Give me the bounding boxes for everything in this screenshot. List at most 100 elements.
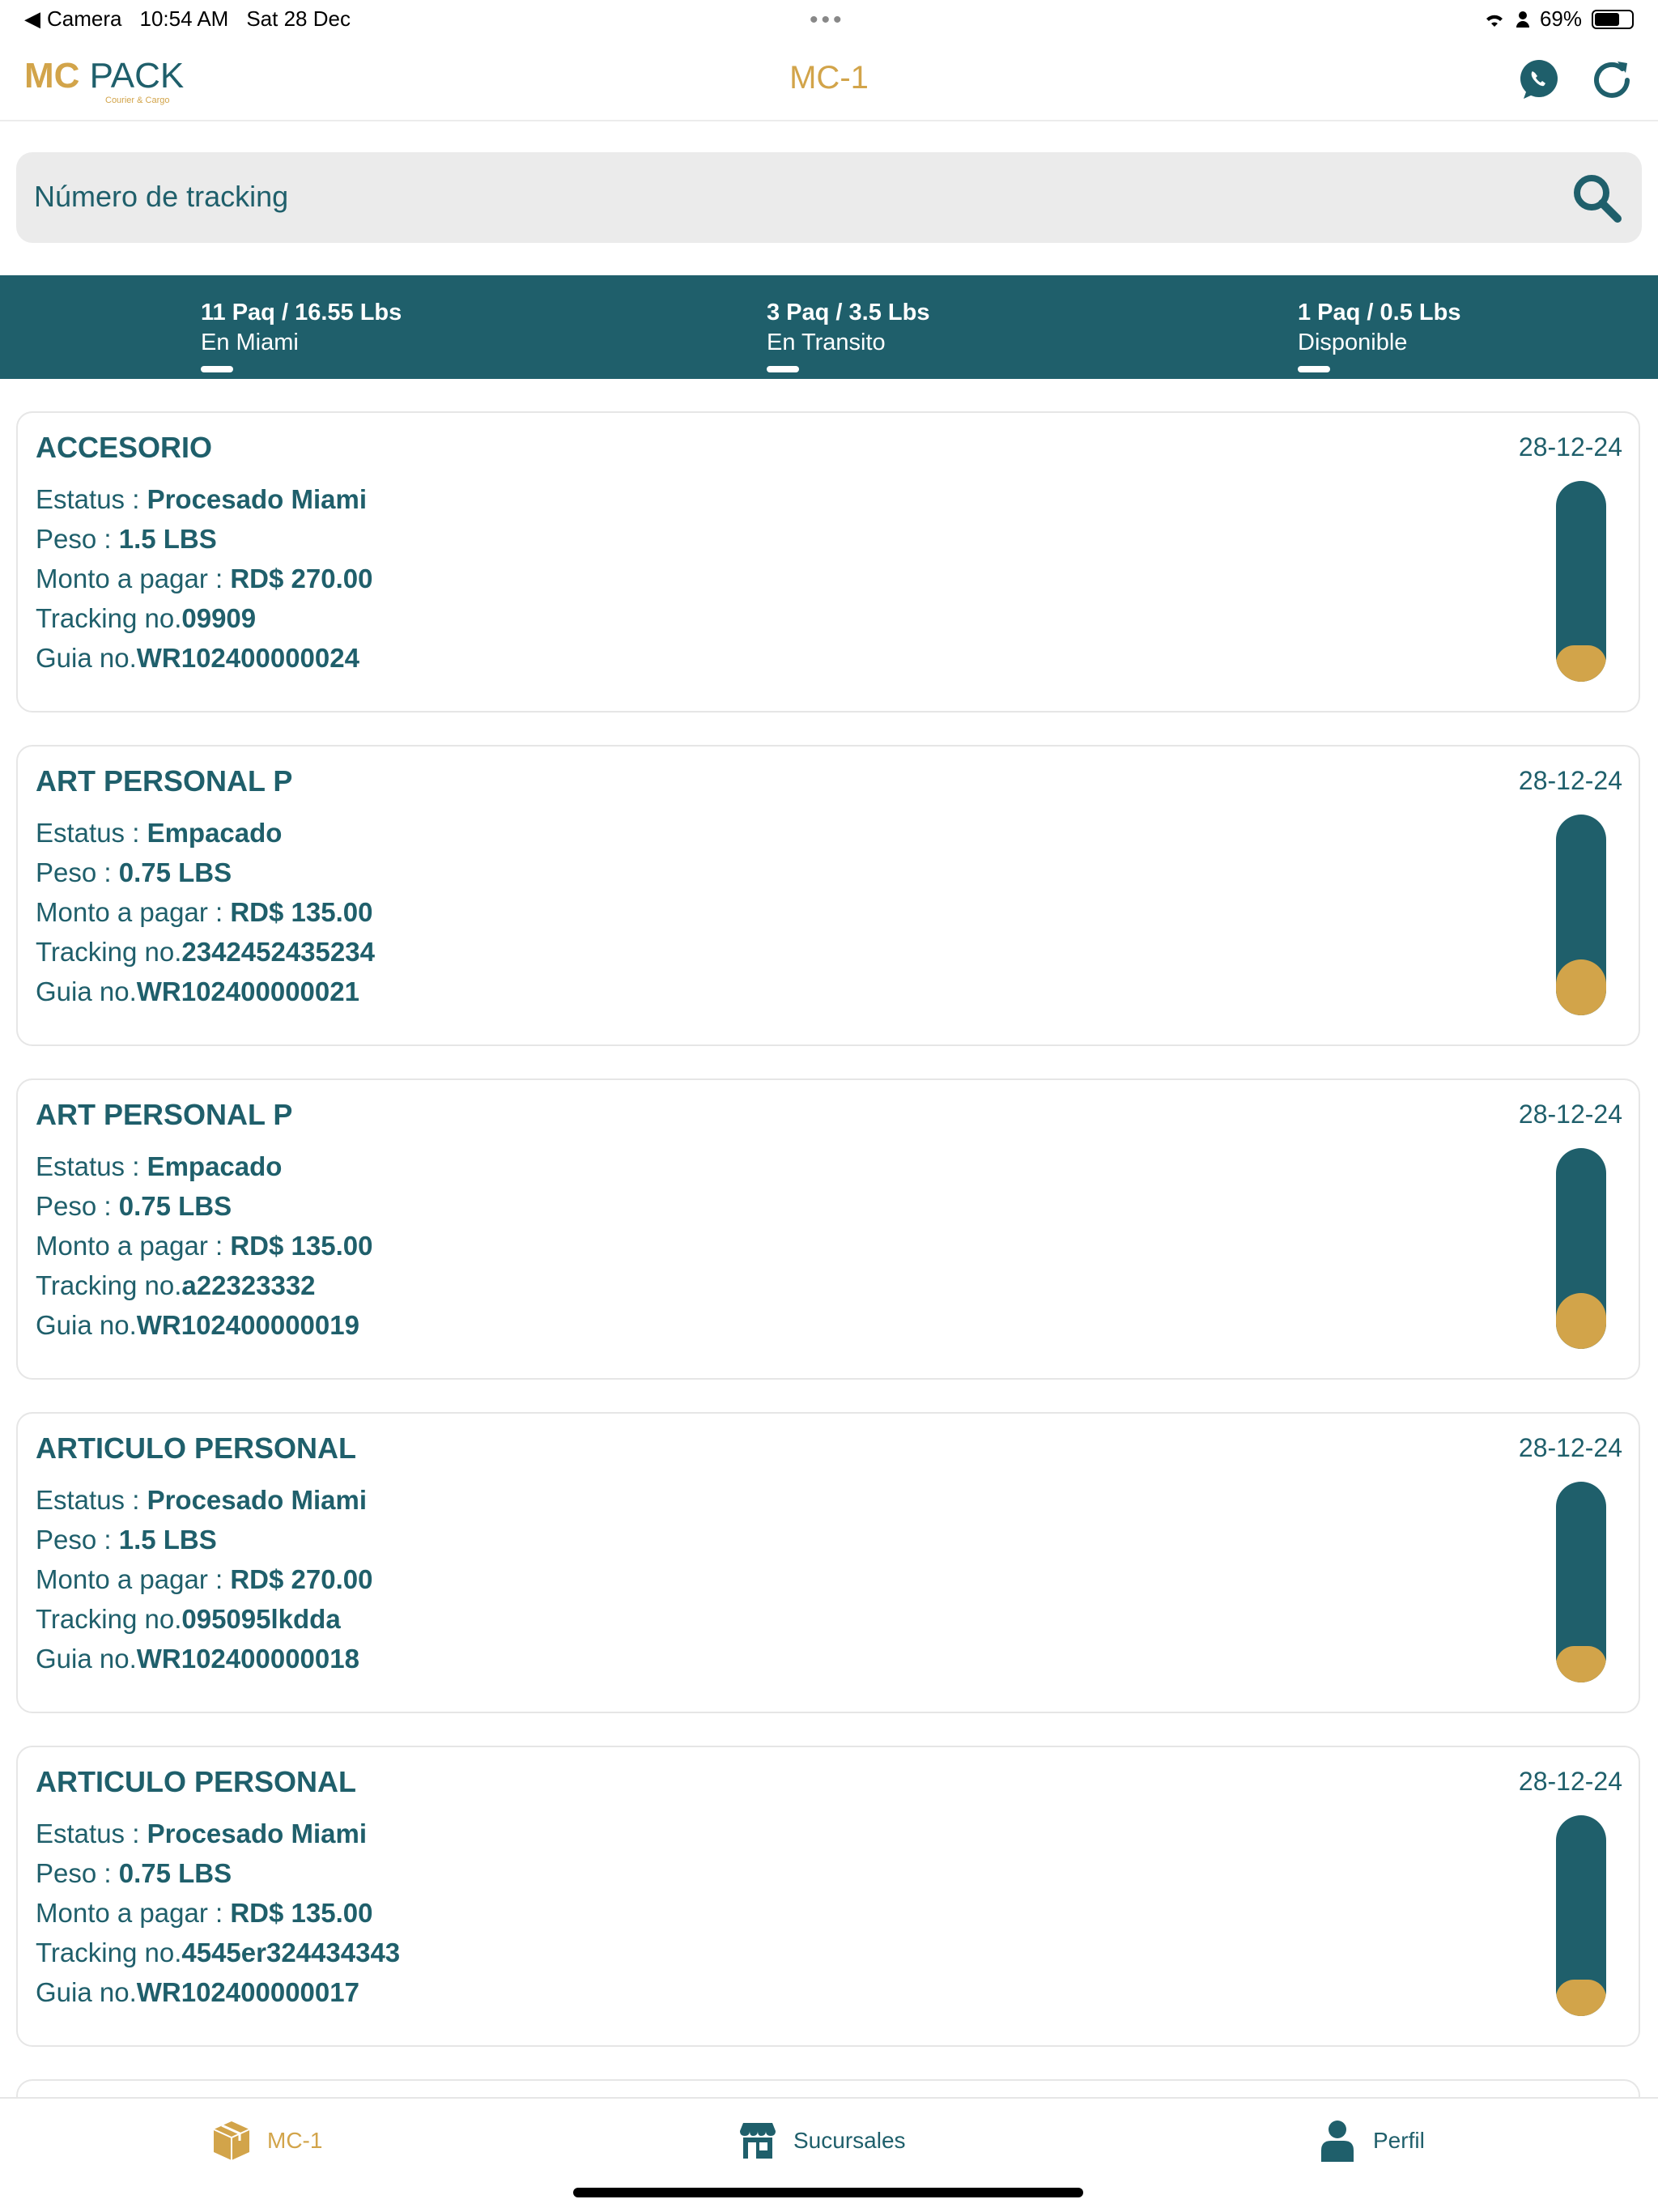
back-to-camera[interactable]: ◀ Camera xyxy=(24,6,121,32)
amount-value: RD$ 135.00 xyxy=(230,1898,373,1928)
summary-label: En Miami xyxy=(201,330,299,355)
package-date: 28-12-24 xyxy=(1518,1433,1622,1462)
nav-label: Perfil xyxy=(1373,2128,1425,2153)
tracking-value: 09909 xyxy=(181,603,257,633)
package-card[interactable]: ACCESORIO 28-12-24 Estatus : Procesado M… xyxy=(16,411,1640,713)
weight-line: Peso : 0.75 LBS xyxy=(36,857,232,887)
package-icon xyxy=(209,2118,254,2163)
weight-line: Peso : 0.75 LBS xyxy=(36,1191,232,1221)
guia-line: Guia no.WR102400000019 xyxy=(36,1310,359,1340)
status-value: Procesado Miami xyxy=(147,1819,367,1848)
summary-label: En Transito xyxy=(767,330,886,355)
amount-value: RD$ 135.00 xyxy=(230,897,373,927)
tracking-value: 2342452435234 xyxy=(181,937,375,967)
user-icon xyxy=(1315,2118,1360,2163)
summary-count: 1 Paq / 0.5 Lbs xyxy=(1298,300,1461,325)
battery-icon xyxy=(1592,9,1634,29)
package-card[interactable]: ARTICULO PERSONAL 28-12-24 Estatus : Pro… xyxy=(16,1412,1640,1713)
search-icon[interactable] xyxy=(1569,170,1624,225)
summary-count: 11 Paq / 16.55 Lbs xyxy=(201,300,402,325)
package-date: 28-12-24 xyxy=(1518,1100,1622,1129)
back-arrow-icon: ◀ xyxy=(24,6,40,31)
package-list: ACCESORIO 28-12-24 Estatus : Procesado M… xyxy=(16,411,1642,2144)
summary-tab-en-transito[interactable]: 3 Paq / 3.5 Lbs En Transito xyxy=(767,300,929,372)
tab-indicator xyxy=(201,366,233,372)
nav-tab-perfil[interactable]: Perfil xyxy=(1315,2118,1425,2163)
status-bar: ◀ Camera 10:54 AM Sat 28 Dec ••• 69% xyxy=(0,0,1658,39)
weight-value: 0.75 LBS xyxy=(118,1858,232,1888)
amount-line: Monto a pagar : RD$ 270.00 xyxy=(36,1564,373,1594)
package-name: ART PERSONAL P xyxy=(36,1098,293,1131)
package-progress-bar xyxy=(1556,1482,1606,1682)
weight-value: 0.75 LBS xyxy=(118,1191,232,1221)
tracking-line: Tracking no.2342452435234 xyxy=(36,937,375,967)
weight-line: Peso : 1.5 LBS xyxy=(36,1525,217,1555)
tracking-value: 4545er324434343 xyxy=(181,1938,401,1967)
summary-label: Disponible xyxy=(1298,330,1408,355)
status-line: Estatus : Procesado Miami xyxy=(36,1485,367,1515)
package-date: 28-12-24 xyxy=(1518,432,1622,462)
nav-label: Sucursales xyxy=(793,2128,906,2153)
status-value: Empacado xyxy=(147,1151,283,1181)
guia-line: Guia no.WR102400000021 xyxy=(36,976,359,1006)
page-title: MC-1 xyxy=(789,60,869,96)
weight-line: Peso : 1.5 LBS xyxy=(36,524,217,554)
amount-line: Monto a pagar : RD$ 135.00 xyxy=(36,1231,373,1261)
tracking-value: a22323332 xyxy=(181,1270,316,1300)
status-value: Procesado Miami xyxy=(147,484,367,514)
multitasking-dots-icon[interactable]: ••• xyxy=(810,6,845,34)
tab-indicator xyxy=(767,366,799,372)
nav-tab-sucursales[interactable]: Sucursales xyxy=(735,2118,906,2163)
package-card[interactable]: ART PERSONAL P 28-12-24 Estatus : Empaca… xyxy=(16,1078,1640,1380)
person-icon xyxy=(1516,11,1529,28)
package-name: ARTICULO PERSONAL xyxy=(36,1765,356,1798)
package-name: ART PERSONAL P xyxy=(36,764,293,798)
tracking-line: Tracking no.4545er324434343 xyxy=(36,1938,401,1967)
tracking-value: 095095lkdda xyxy=(181,1604,341,1634)
amount-value: RD$ 135.00 xyxy=(230,1231,373,1261)
nav-tab-mc1[interactable]: MC-1 xyxy=(209,2118,322,2163)
package-date: 28-12-24 xyxy=(1518,1767,1622,1796)
progress-fill xyxy=(1556,1980,1606,2016)
home-indicator[interactable] xyxy=(573,2188,1083,2197)
tracking-line: Tracking no.095095lkdda xyxy=(36,1604,341,1634)
package-progress-bar xyxy=(1556,481,1606,682)
status-line: Estatus : Empacado xyxy=(36,818,283,848)
package-card[interactable]: ART PERSONAL P 28-12-24 Estatus : Empaca… xyxy=(16,745,1640,1046)
status-line: Estatus : Procesado Miami xyxy=(36,484,367,514)
package-date: 28-12-24 xyxy=(1518,766,1622,795)
package-card[interactable]: ARTICULO PERSONAL 28-12-24 Estatus : Pro… xyxy=(16,1746,1640,2047)
package-progress-bar xyxy=(1556,1815,1606,2016)
weight-value: 0.75 LBS xyxy=(118,857,232,887)
amount-value: RD$ 270.00 xyxy=(230,564,373,593)
progress-fill xyxy=(1556,1292,1606,1349)
guia-line: Guia no.WR102400000024 xyxy=(36,643,359,673)
package-progress-bar xyxy=(1556,815,1606,1015)
package-progress-bar xyxy=(1556,1148,1606,1349)
status-value: Empacado xyxy=(147,818,283,848)
back-label: Camera xyxy=(47,6,122,31)
refresh-icon[interactable] xyxy=(1588,57,1635,104)
wifi-icon xyxy=(1486,15,1503,27)
guia-value: WR102400000021 xyxy=(136,976,359,1006)
status-date: Sat 28 Dec xyxy=(246,6,351,31)
status-time: 10:54 AM xyxy=(139,6,229,31)
status-line: Estatus : Empacado xyxy=(36,1151,283,1181)
whatsapp-icon[interactable] xyxy=(1516,57,1562,104)
amount-line: Monto a pagar : RD$ 270.00 xyxy=(36,564,373,593)
app-header: MC PACK Courier & Cargo MC-1 xyxy=(0,39,1658,121)
summary-count: 3 Paq / 3.5 Lbs xyxy=(767,300,930,325)
tracking-search-input[interactable]: Número de tracking xyxy=(16,152,1642,243)
status-value: Procesado Miami xyxy=(147,1485,367,1515)
summary-tab-en-miami[interactable]: 11 Paq / 16.55 Lbs En Miami xyxy=(201,300,402,372)
summary-tab-disponible[interactable]: 1 Paq / 0.5 Lbs Disponible xyxy=(1298,300,1460,372)
progress-fill xyxy=(1556,959,1606,1015)
progress-fill xyxy=(1556,1646,1606,1682)
tracking-line: Tracking no.a22323332 xyxy=(36,1270,316,1300)
search-placeholder: Número de tracking xyxy=(34,180,289,213)
guia-value: WR102400000024 xyxy=(136,643,359,673)
guia-value: WR102400000019 xyxy=(136,1310,359,1340)
nav-label: MC-1 xyxy=(267,2128,323,2153)
weight-value: 1.5 LBS xyxy=(118,524,217,554)
amount-line: Monto a pagar : RD$ 135.00 xyxy=(36,897,373,927)
